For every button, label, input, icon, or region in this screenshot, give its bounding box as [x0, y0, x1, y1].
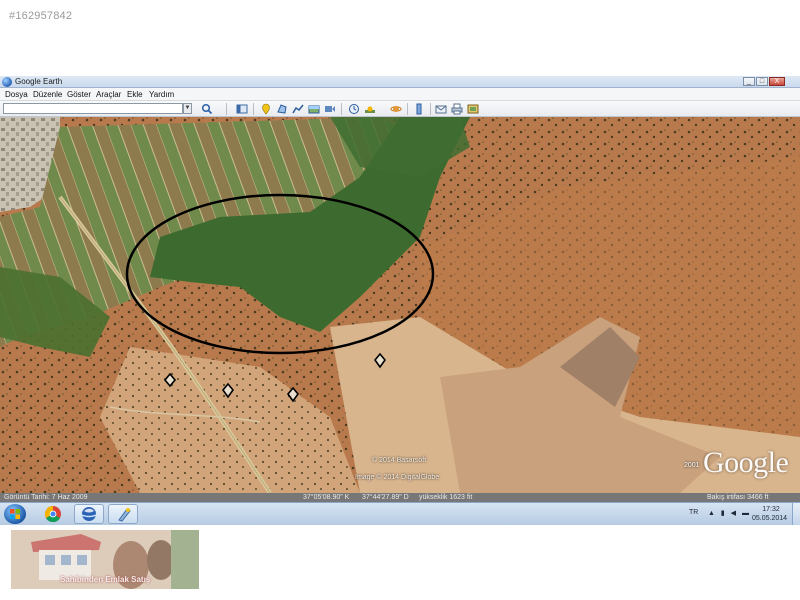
menu-edit[interactable]: Düzenle: [33, 89, 62, 100]
sidebar-icon[interactable]: [236, 103, 248, 115]
status-bar: Görüntü Tarihi: 7 Haz 2009 37°05'08.90" …: [0, 493, 800, 502]
windows-start-icon[interactable]: [4, 504, 26, 524]
chrome-icon[interactable]: [38, 504, 68, 524]
menu-file[interactable]: Dosya: [5, 89, 28, 100]
latitude-readout: 37°05'08.90" K: [303, 494, 350, 501]
email-icon[interactable]: [435, 103, 447, 115]
logo-year: 2001: [684, 462, 700, 469]
menu-bar: Dosya Düzenle Göster Araçlar Ekle Yardım: [0, 88, 800, 101]
google-logo: Google: [703, 446, 789, 479]
show-desktop-button[interactable]: [792, 503, 800, 525]
window-title: Google Earth: [15, 77, 63, 86]
minimize-button[interactable]: _: [743, 77, 755, 86]
ruler-icon[interactable]: [413, 103, 425, 115]
placemark-icon[interactable]: [260, 103, 272, 115]
menu-add[interactable]: Ekle: [127, 89, 143, 100]
polygon-icon[interactable]: [276, 103, 288, 115]
toolbar: ▼: [0, 101, 800, 117]
system-tray-icons[interactable]: ▲ ▮ ◀ ▬: [708, 509, 751, 517]
menu-tools[interactable]: Araçlar: [96, 89, 121, 100]
imagery-copyright: Image © 2014 DigitalGlobe: [355, 474, 440, 481]
sun-icon[interactable]: [364, 103, 376, 115]
page: #162957842 Google Earth _ □ X Dosya Düze…: [0, 0, 800, 600]
imagery-date: Görüntü Tarihi: 7 Haz 2009: [4, 494, 88, 501]
google-earth-icon[interactable]: [74, 504, 104, 524]
taskbar: TR ▲ ▮ ◀ ▬ 17:32 05.05.2014: [0, 502, 800, 525]
google-earth-app-icon: [2, 77, 12, 87]
longitude-readout: 37°44'27.89" D: [362, 494, 409, 501]
planets-icon[interactable]: [390, 103, 402, 115]
maximize-button[interactable]: □: [756, 77, 768, 86]
title-bar[interactable]: Google Earth _ □ X: [0, 76, 800, 88]
search-dropdown-button[interactable]: ▼: [183, 103, 192, 114]
google-earth-window: Google Earth _ □ X Dosya Düzenle Göster …: [0, 76, 800, 525]
menu-help[interactable]: Yardım: [149, 89, 174, 100]
record-tour-icon[interactable]: [324, 103, 336, 115]
clock-time[interactable]: 17:32: [756, 506, 786, 513]
search-input[interactable]: [3, 103, 183, 114]
map-credit: © 2014 Basarsoft: [372, 457, 427, 464]
menu-view[interactable]: Göster: [67, 89, 91, 100]
eye-altitude-readout: Bakış irtifası 3466 ft: [707, 494, 769, 501]
clock-date[interactable]: 05.05.2014: [752, 515, 787, 522]
historical-imagery-icon[interactable]: [348, 103, 360, 115]
path-icon[interactable]: [292, 103, 304, 115]
elevation-readout: yükseklik 1623 fit: [419, 494, 473, 501]
save-image-icon[interactable]: [467, 103, 479, 115]
print-icon[interactable]: [451, 103, 463, 115]
satellite-imagery: [0, 117, 800, 493]
listing-banner-image: Sahibinden Emlak Satış: [11, 530, 199, 589]
image-overlay-icon[interactable]: [308, 103, 320, 115]
language-indicator[interactable]: TR: [689, 509, 698, 516]
earth-map-view[interactable]: © 2014 Basarsoft Image © 2014 DigitalGlo…: [0, 117, 800, 493]
banner-caption: Sahibinden Emlak Satış: [60, 575, 151, 584]
search-icon[interactable]: [201, 103, 213, 115]
tool-icon[interactable]: [108, 504, 138, 524]
listing-id: #162957842: [9, 10, 73, 22]
close-button[interactable]: X: [769, 77, 785, 86]
